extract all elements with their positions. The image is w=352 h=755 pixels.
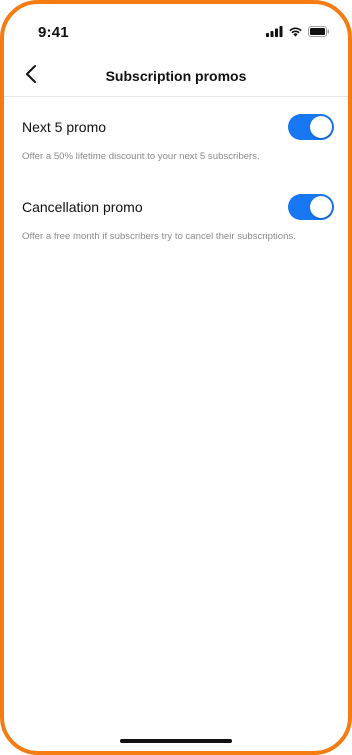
setting-next-5-promo: Next 5 promo Offer a 50% lifetime discou… [4, 97, 348, 163]
status-time: 9:41 [38, 24, 69, 41]
settings-list: Next 5 promo Offer a 50% lifetime discou… [4, 97, 348, 243]
setting-row: Next 5 promo [22, 105, 334, 149]
status-bar: 9:41 [4, 4, 348, 56]
cancellation-promo-toggle[interactable] [288, 194, 334, 220]
setting-description: Offer a free month if subscribers try to… [22, 231, 296, 242]
next-5-promo-toggle[interactable] [288, 114, 334, 140]
toggle-knob [310, 196, 332, 218]
setting-label: Next 5 promo [22, 119, 107, 135]
navigation-bar: Subscription promos [4, 56, 348, 97]
battery-icon [308, 26, 330, 37]
page-title: Subscription promos [105, 68, 247, 84]
setting-label: Cancellation promo [22, 199, 143, 215]
status-icons [266, 26, 330, 37]
phone-screen: 9:41 Subscription promos Next 5 promo Of… [0, 0, 352, 755]
cellular-signal-icon [266, 26, 283, 37]
toggle-knob [310, 116, 332, 138]
setting-row: Cancellation promo [22, 185, 334, 229]
home-indicator[interactable] [120, 739, 232, 743]
wifi-icon [288, 26, 303, 37]
setting-description: Offer a 50% lifetime discount to your ne… [22, 151, 260, 162]
setting-cancellation-promo: Cancellation promo Offer a free month if… [4, 185, 348, 243]
